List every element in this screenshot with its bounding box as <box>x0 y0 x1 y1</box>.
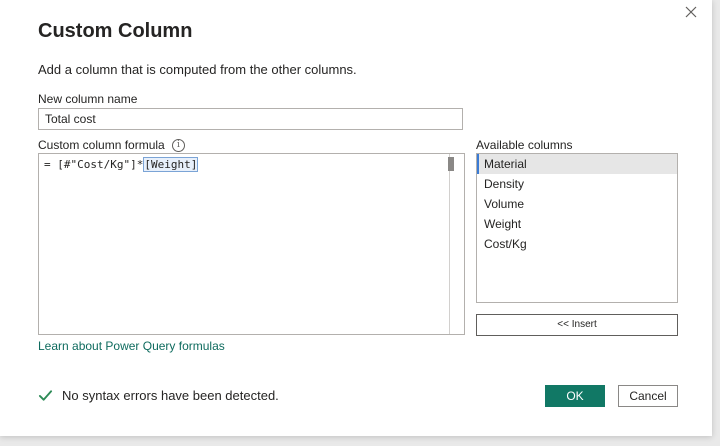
close-button[interactable] <box>679 2 703 22</box>
syntax-status: No syntax errors have been detected. <box>38 388 279 403</box>
available-columns-list[interactable]: Material Density Volume Weight Cost/Kg <box>476 153 678 303</box>
cancel-button[interactable]: Cancel <box>618 385 678 407</box>
formula-prefix: = [#"Cost/Kg"]* <box>44 158 144 171</box>
ok-button[interactable]: OK <box>545 385 605 407</box>
insert-button[interactable]: << Insert <box>476 314 678 336</box>
close-icon <box>685 6 697 18</box>
list-item[interactable]: Density <box>477 174 677 194</box>
learn-power-query-link[interactable]: Learn about Power Query formulas <box>38 339 225 353</box>
new-column-name-input[interactable] <box>38 108 463 130</box>
formula-editor[interactable]: = [#"Cost/Kg"]*[Weight] <box>38 153 465 335</box>
formula-highlighted-token: [Weight] <box>143 157 199 172</box>
formula-text: = [#"Cost/Kg"]*[Weight] <box>44 157 199 172</box>
dialog-subtitle: Add a column that is computed from the o… <box>38 62 357 77</box>
formula-label: Custom column formula <box>38 138 165 152</box>
available-columns-label: Available columns <box>476 138 573 152</box>
list-item[interactable]: Material <box>477 154 677 174</box>
check-icon <box>38 390 53 401</box>
list-item[interactable]: Cost/Kg <box>477 234 677 254</box>
list-item[interactable]: Weight <box>477 214 677 234</box>
list-item[interactable]: Volume <box>477 194 677 214</box>
info-icon[interactable]: i <box>172 139 185 152</box>
new-column-name-label: New column name <box>38 92 138 106</box>
formula-scrollbar[interactable] <box>448 154 464 334</box>
syntax-status-text: No syntax errors have been detected. <box>62 388 279 403</box>
custom-column-dialog: Custom Column Add a column that is compu… <box>0 0 712 436</box>
scrollbar-thumb[interactable] <box>448 157 454 171</box>
dialog-title: Custom Column <box>38 20 193 42</box>
